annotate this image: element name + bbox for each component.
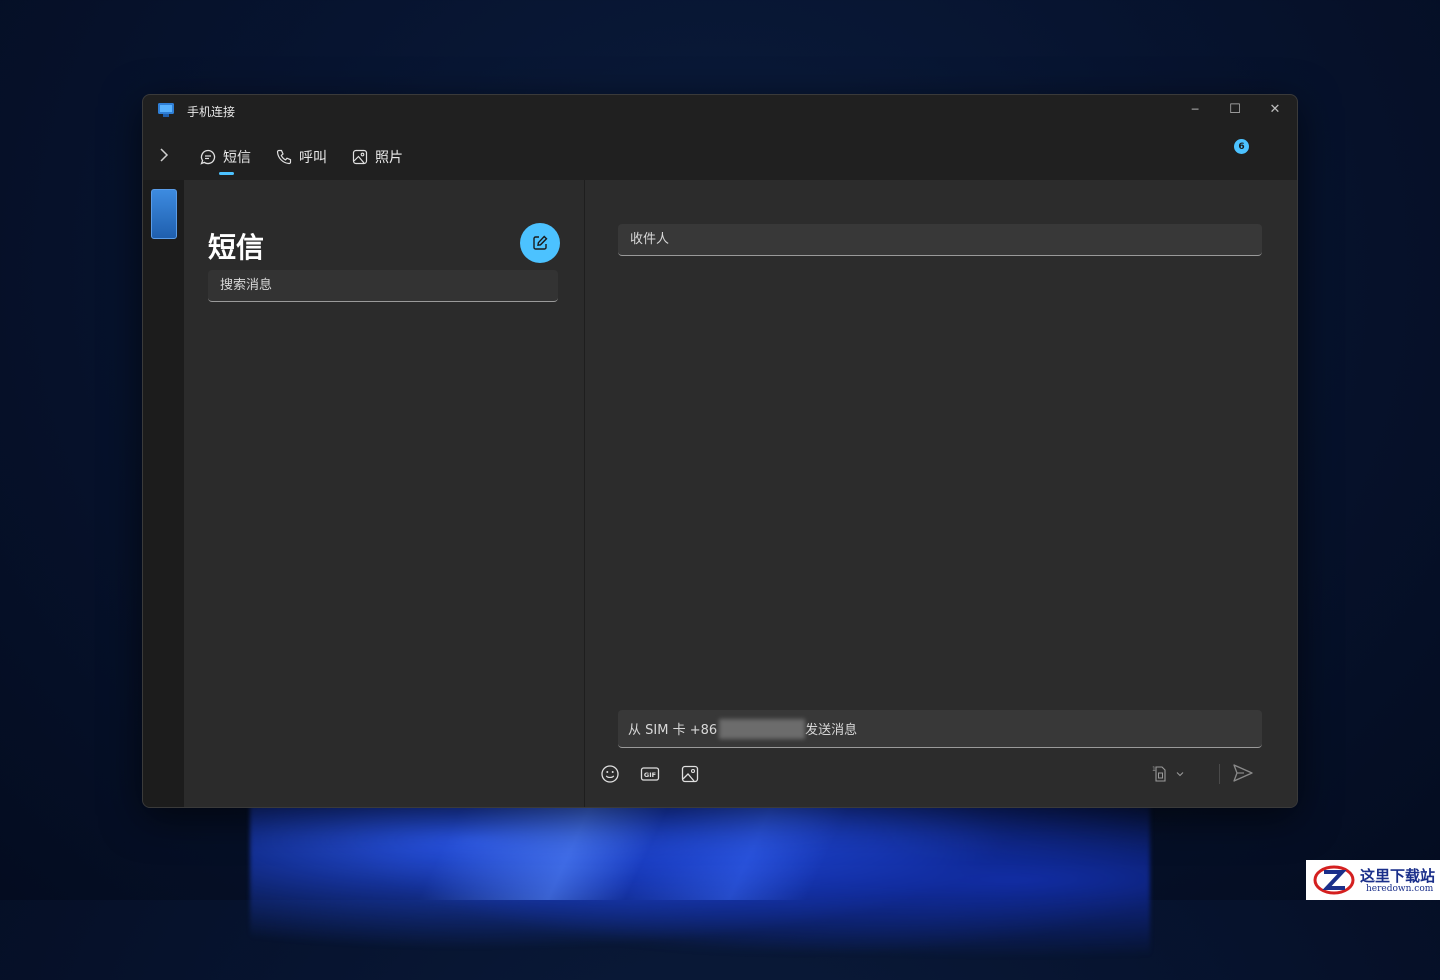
compose-icon bbox=[533, 235, 548, 250]
sim-card-icon: 1 bbox=[1152, 766, 1166, 782]
minimize-icon: ─ bbox=[1191, 102, 1199, 116]
send-icon[interactable] bbox=[1231, 762, 1255, 784]
close-icon: ✕ bbox=[1269, 101, 1281, 117]
message-icon bbox=[200, 149, 216, 165]
site-watermark: 这里下载站 heredown.com bbox=[1306, 860, 1440, 900]
tab-photos[interactable]: 照片 bbox=[351, 145, 403, 169]
close-button[interactable]: ✕ bbox=[1255, 95, 1295, 123]
toolbar-divider bbox=[1219, 764, 1220, 784]
selected-tab-indicator bbox=[219, 172, 234, 175]
svg-text:GIF: GIF bbox=[644, 771, 656, 779]
tab-calls-label: 呼叫 bbox=[299, 150, 327, 166]
maximize-icon: ☐ bbox=[1229, 101, 1241, 117]
recipient-input[interactable] bbox=[628, 231, 1252, 248]
title-bar: 手机连接 ─ ☐ ✕ bbox=[143, 95, 1297, 127]
search-input[interactable] bbox=[218, 277, 548, 294]
image-button[interactable] bbox=[679, 763, 701, 785]
window-title: 手机连接 bbox=[187, 105, 236, 119]
emoji-icon bbox=[601, 765, 619, 783]
watermark-title: 这里下载站 bbox=[1360, 867, 1436, 885]
photo-icon bbox=[352, 149, 368, 165]
image-icon bbox=[681, 765, 699, 783]
maximize-button[interactable]: ☐ bbox=[1215, 95, 1255, 123]
messages-list-panel: 短信 bbox=[184, 180, 585, 807]
notification-badge: 6 bbox=[1234, 139, 1249, 154]
composer-prefix: 从 SIM 卡 +86 bbox=[628, 723, 718, 738]
watermark-subtitle: heredown.com bbox=[1366, 884, 1434, 894]
phone-device-thumbnail[interactable] bbox=[151, 189, 177, 239]
wallpaper-ribbon bbox=[400, 800, 1000, 900]
gif-button[interactable]: GIF bbox=[639, 763, 661, 785]
phone-icon bbox=[276, 149, 292, 165]
composer-placeholder: 从 SIM 卡 +86 发送消息 bbox=[628, 718, 858, 739]
search-messages-field[interactable] bbox=[208, 270, 558, 302]
redacted-phone-number bbox=[719, 718, 806, 739]
conversation-pane: 从 SIM 卡 +86 发送消息 GIF bbox=[585, 180, 1297, 807]
recipient-field[interactable] bbox=[618, 224, 1262, 256]
watermark-logo-icon bbox=[1313, 865, 1355, 895]
emoji-button[interactable] bbox=[599, 763, 621, 785]
messages-page-title: 短信 bbox=[208, 231, 265, 264]
svg-text:1: 1 bbox=[1152, 766, 1156, 773]
gif-icon: GIF bbox=[640, 767, 660, 781]
chevron-down-icon bbox=[1176, 772, 1184, 777]
tab-photos-label: 照片 bbox=[375, 150, 403, 166]
sim-selector[interactable]: 1 bbox=[1151, 763, 1193, 785]
message-composer[interactable]: 从 SIM 卡 +86 发送消息 bbox=[618, 710, 1262, 748]
minimize-button[interactable]: ─ bbox=[1175, 95, 1215, 123]
tab-calls[interactable]: 呼叫 bbox=[275, 145, 327, 169]
device-rail bbox=[143, 180, 184, 807]
top-navigation: 短信 呼叫 照片 bbox=[143, 135, 1297, 204]
tab-messages[interactable]: 短信 bbox=[199, 145, 251, 169]
new-message-button[interactable] bbox=[520, 223, 560, 263]
expand-chevron-icon[interactable] bbox=[155, 145, 173, 165]
tab-messages-label: 短信 bbox=[223, 150, 251, 166]
phone-link-app-icon bbox=[158, 103, 174, 117]
composer-suffix: 发送消息 bbox=[805, 723, 858, 738]
phone-link-window: 手机连接 ─ ☐ ✕ 短信 呼叫 照片 6 短信 搜索消息 收件人 从 SIM … bbox=[142, 94, 1298, 808]
